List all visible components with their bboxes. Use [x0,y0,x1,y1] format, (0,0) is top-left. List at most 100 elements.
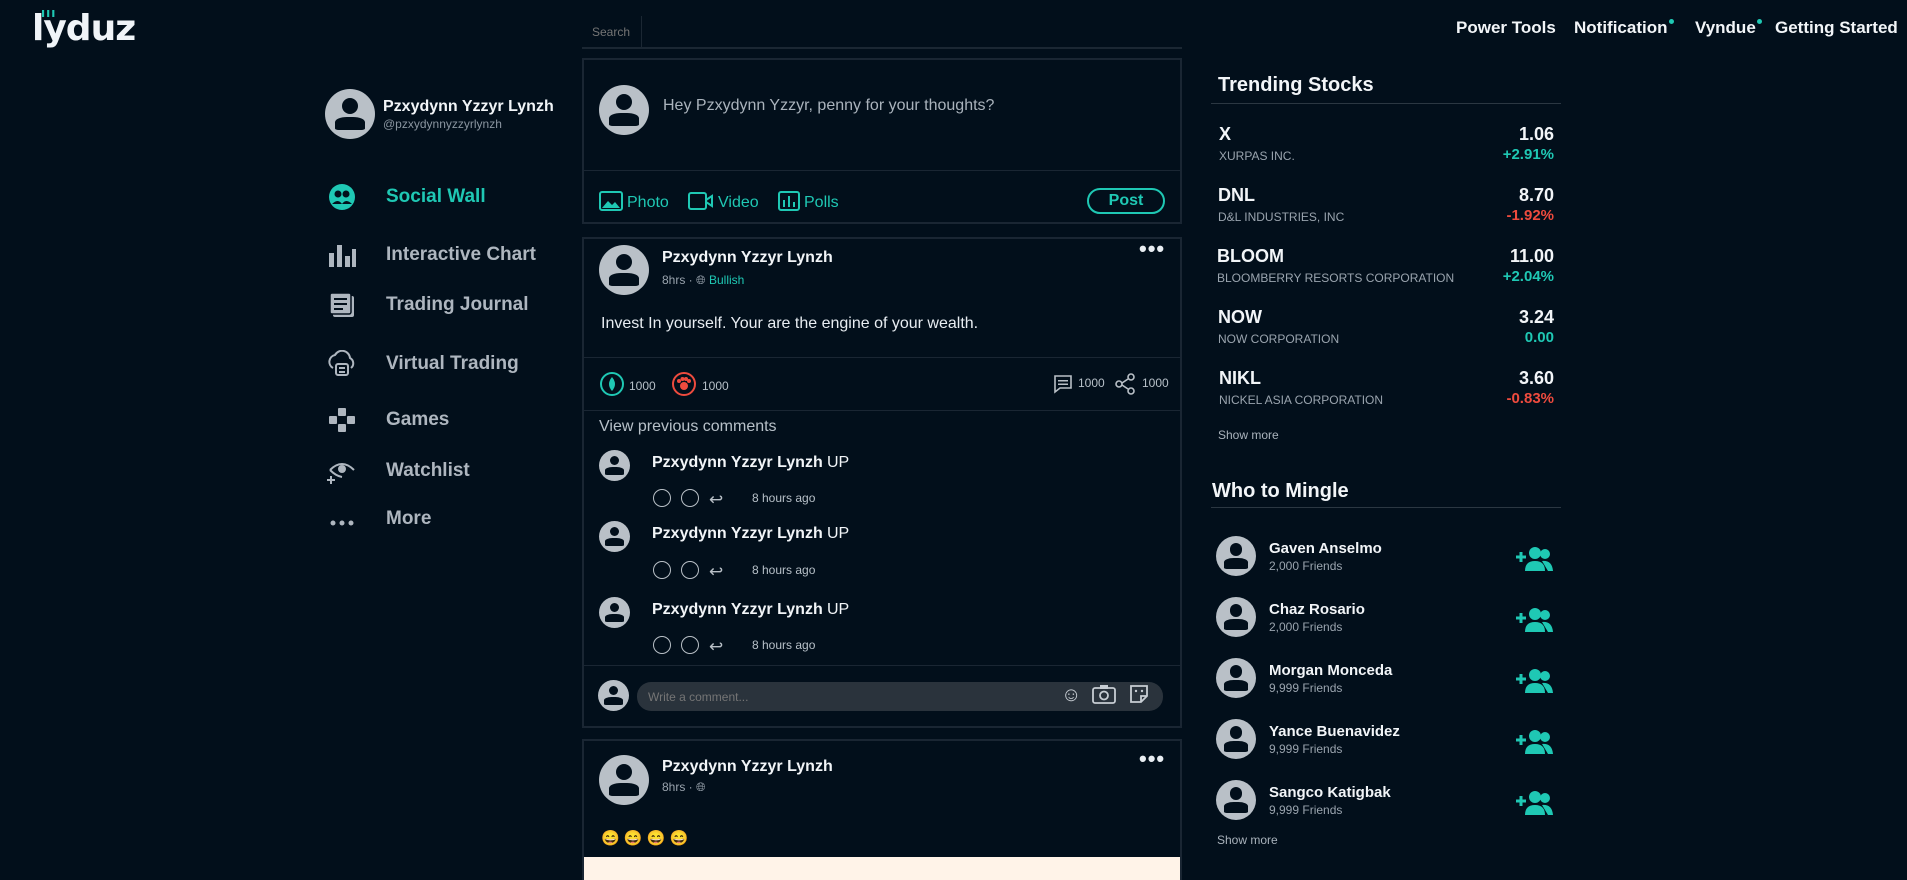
bull-count: 1000 [629,379,656,393]
bear-reaction-icon[interactable] [681,636,699,654]
share-button[interactable] [1114,373,1136,395]
person-avatar[interactable] [1216,719,1256,759]
profile-avatar[interactable] [325,89,375,139]
watchlist-eye-icon [327,463,355,484]
lyduz-logo[interactable]: ııı lyduz [32,6,136,49]
stock-change: 0.00 [1524,329,1554,346]
nav-getting-started[interactable]: Getting Started [1775,18,1898,38]
person-avatar[interactable] [1216,658,1256,698]
bull-reaction-icon[interactable] [653,636,671,654]
sticker-icon[interactable] [1129,684,1149,709]
who-to-mingle-title: Who to Mingle [1212,480,1349,502]
sidebar-item-label: More [386,508,432,529]
composer-input[interactable]: Hey Pzxydynn Yzzyr, penny for your thoug… [663,97,994,115]
stock-name: XURPAS INC. [1219,149,1295,163]
comment-avatar[interactable] [599,450,630,481]
stock-row[interactable]: X XURPAS INC. 1.06 +2.91% [1211,124,1561,168]
composer-avatar [599,85,649,135]
comment-avatar[interactable] [599,521,630,552]
post-author-avatar[interactable] [599,245,649,295]
comment-author[interactable]: Pzxydynn Yzzyr Lynzh [652,454,823,472]
globe-icon: 🌐︎ [696,780,706,794]
add-friend-icon[interactable] [1514,790,1554,816]
comment-time: 8 hours ago [752,563,816,577]
stock-price: 8.70 [1518,185,1554,205]
more-dots-icon [330,520,354,526]
stock-row[interactable]: BLOOM BLOOMBERRY RESORTS CORPORATION 11.… [1211,246,1561,290]
video-button[interactable]: Video [688,191,759,212]
reply-icon[interactable]: ↩ [709,490,723,510]
video-icon [688,192,713,210]
mingle-show-more-link[interactable]: Show more [1217,833,1278,847]
stock-symbol: NIKL [1219,368,1261,388]
person-friends: 9,999 Friends [1269,803,1343,817]
comment-composer-avatar [598,680,629,711]
stock-row[interactable]: NIKL NICKEL ASIA CORPORATION 3.60 -0.83% [1211,368,1561,412]
section-divider [1211,103,1561,104]
nav-power-tools[interactable]: Power Tools [1456,18,1556,38]
stock-row[interactable]: DNL D&L INDUSTRIES, INC 8.70 -1.92% [1211,185,1561,229]
comment-icon [1054,375,1072,394]
sidebar-item-trading-journal[interactable]: Trading Journal [326,287,576,323]
sidebar-item-games[interactable]: Games [326,402,576,438]
comment-button[interactable] [1053,374,1073,394]
person-name[interactable]: Morgan Monceda [1269,662,1392,679]
person-avatar[interactable] [1216,597,1256,637]
sidebar-item-interactive-chart[interactable]: Interactive Chart [326,237,576,273]
nav-vyndue[interactable]: Vyndue [1695,18,1762,38]
comment-author[interactable]: Pzxydynn Yzzyr Lynzh [652,525,823,543]
bull-reaction-icon[interactable] [653,489,671,507]
profile-name[interactable]: Pzxydynn Yzzyr Lynzh [383,98,554,116]
composer-divider [584,170,1180,171]
sidebar-item-social-wall[interactable]: Social Wall [326,179,576,215]
post-options-icon[interactable]: ••• [1139,746,1165,772]
person-avatar[interactable] [1216,780,1256,820]
add-friend-icon[interactable] [1514,546,1554,572]
sidebar-item-label: Trading Journal [386,294,529,315]
search-bar[interactable] [582,16,1182,49]
post-author-name[interactable]: Pzxydynn Yzzyr Lynzh [662,758,833,776]
person-name[interactable]: Yance Buenavidez [1269,723,1400,740]
bear-reaction-button[interactable] [672,372,696,396]
divider [584,665,1180,666]
person-avatar[interactable] [1216,536,1256,576]
sidebar-item-virtual-trading[interactable]: Virtual Trading [326,346,576,382]
emoji-icon[interactable]: ☺ [1061,684,1081,707]
comment-author[interactable]: Pzxydynn Yzzyr Lynzh [652,601,823,619]
post-author-name[interactable]: Pzxydynn Yzzyr Lynzh [662,249,833,267]
person-friends: 9,999 Friends [1269,742,1343,756]
bear-reaction-icon[interactable] [681,561,699,579]
person-name[interactable]: Chaz Rosario [1269,601,1365,618]
post-card [582,237,1182,728]
polls-button[interactable]: Polls [778,191,839,212]
stock-name: BLOOMBERRY RESORTS CORPORATION [1217,271,1455,285]
post-options-icon[interactable]: ••• [1139,236,1165,262]
person-name[interactable]: Sangco Katigbak [1269,784,1391,801]
person-name[interactable]: Gaven Anselmo [1269,540,1382,557]
stock-row[interactable]: NOW NOW CORPORATION 3.24 0.00 [1211,307,1561,351]
reply-icon[interactable]: ↩ [709,637,723,657]
add-friend-icon[interactable] [1514,729,1554,755]
bull-reaction-button[interactable] [600,372,624,396]
sidebar-item-watchlist[interactable]: Watchlist [326,453,576,489]
add-friend-icon[interactable] [1514,668,1554,694]
comment-input[interactable] [637,682,1037,712]
bear-reaction-icon[interactable] [681,489,699,507]
view-previous-comments-link[interactable]: View previous comments [599,418,777,436]
post-author-avatar[interactable] [599,755,649,805]
nav-notification[interactable]: Notification [1574,18,1674,38]
stock-name: D&L INDUSTRIES, INC [1218,210,1345,224]
post-image[interactable] [584,857,1180,880]
photo-button[interactable]: Photo [599,191,669,212]
stock-price: 1.06 [1518,124,1554,144]
trending-show-more-link[interactable]: Show more [1218,428,1279,442]
comment-avatar[interactable] [599,597,630,628]
camera-icon[interactable] [1092,684,1116,709]
comment-field[interactable] [637,682,1163,712]
comment-text: UP [827,601,850,618]
reply-icon[interactable]: ↩ [709,562,723,582]
add-friend-icon[interactable] [1514,607,1554,633]
post-button[interactable]: Post [1087,188,1165,214]
sidebar-item-more[interactable]: More [326,501,576,537]
bull-reaction-icon[interactable] [653,561,671,579]
